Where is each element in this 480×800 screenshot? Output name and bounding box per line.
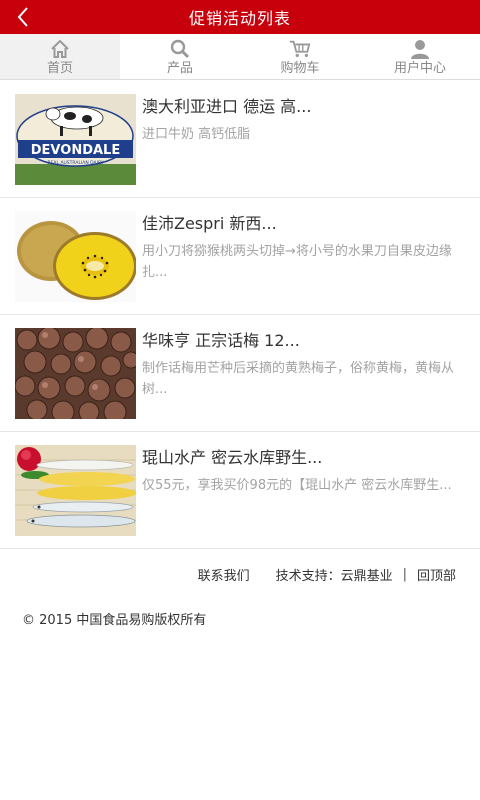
item-desc: 进口牛奶 高钙低脂 — [142, 127, 251, 142]
product-image-devondale: DEVONDALE REAL AUSTRALIAN DAIRY — [15, 94, 136, 185]
nav-label-user-center: 用户中心 — [393, 61, 446, 76]
item-text: 佳沛Zespri 新西... 用小刀将猕猴桃两头切掉→将小号的水果刀自果皮边缘扎… — [142, 211, 465, 314]
brand-text: DEVONDALE — [31, 143, 120, 158]
cart-icon — [289, 39, 311, 59]
nav-item-user-center[interactable]: 用户中心 — [360, 34, 480, 79]
nav-label-home: 首页 — [46, 61, 73, 76]
item-title: 佳沛Zespri 新西... — [142, 214, 277, 233]
home-icon — [49, 39, 71, 59]
list-item[interactable]: 琨山水产 密云水库野生... 仅55元，享我买价98元的【琨山水产 密云水库野生… — [0, 432, 480, 549]
item-title: 琨山水产 密云水库野生... — [142, 448, 323, 467]
item-desc: 制作话梅用芒种后采摘的黄熟梅子，俗称黄梅，黄梅从树... — [142, 361, 455, 397]
contact-us-link[interactable]: 联系我们 — [198, 565, 250, 584]
brand-subtext: REAL AUSTRALIAN DAIRY — [47, 160, 103, 166]
page-title: 促销活动列表 — [188, 9, 291, 28]
product-image-plums — [15, 328, 136, 419]
nav-item-home[interactable]: 首页 — [0, 34, 120, 79]
user-icon — [409, 39, 431, 59]
list-item[interactable]: 华味亨 正宗话梅 12... 制作话梅用芒种后采摘的黄熟梅子，俗称黄梅，黄梅从树… — [0, 315, 480, 432]
copyright-text: © 2015 中国食品易购版权所有 — [22, 613, 207, 628]
tech-support-link[interactable]: 技术支持：云鼎基业 — [276, 565, 393, 584]
list-item[interactable]: 佳沛Zespri 新西... 用小刀将猕猴桃两头切掉→将小号的水果刀自果皮边缘扎… — [0, 198, 480, 315]
nav-item-products[interactable]: 产品 — [120, 34, 240, 79]
chevron-left-icon — [17, 7, 28, 27]
nav-label-cart: 购物车 — [280, 61, 320, 76]
app-header: 促销活动列表 — [0, 0, 480, 34]
nav-label-products: 产品 — [166, 61, 193, 76]
item-text: 琨山水产 密云水库野生... 仅55元，享我买价98元的【琨山水产 密云水库野生… — [142, 445, 452, 548]
list-item[interactable]: DEVONDALE REAL AUSTRALIAN DAIRY 澳大利亚进口 德… — [0, 81, 480, 198]
item-desc: 仅55元，享我买价98元的【琨山水产 密云水库野生... — [142, 478, 452, 493]
item-title: 澳大利亚进口 德运 高... — [142, 97, 312, 116]
item-text: 澳大利亚进口 德运 高... 进口牛奶 高钙低脂 — [142, 94, 311, 197]
product-image-fish — [15, 445, 136, 536]
promotion-list: DEVONDALE REAL AUSTRALIAN DAIRY 澳大利亚进口 德… — [0, 80, 480, 549]
main-nav: 首页 产品 购物车 用户中心 — [0, 34, 480, 80]
item-desc: 用小刀将猕猴桃两头切掉→将小号的水果刀自果皮边缘扎... — [142, 244, 452, 280]
nav-item-cart[interactable]: 购物车 — [240, 34, 360, 79]
footer-links: 联系我们 技术支持：云鼎基业 | 回顶部 — [0, 549, 480, 599]
footer-separator: | — [402, 566, 407, 582]
product-image-kiwi — [15, 211, 136, 302]
item-title: 华味亨 正宗话梅 12... — [142, 331, 300, 350]
item-text: 华味亨 正宗话梅 12... 制作话梅用芒种后采摘的黄熟梅子，俗称黄梅，黄梅从树… — [142, 328, 465, 431]
search-icon — [169, 39, 191, 59]
back-button[interactable] — [10, 4, 36, 30]
back-to-top-link[interactable]: 回顶部 — [417, 565, 456, 584]
